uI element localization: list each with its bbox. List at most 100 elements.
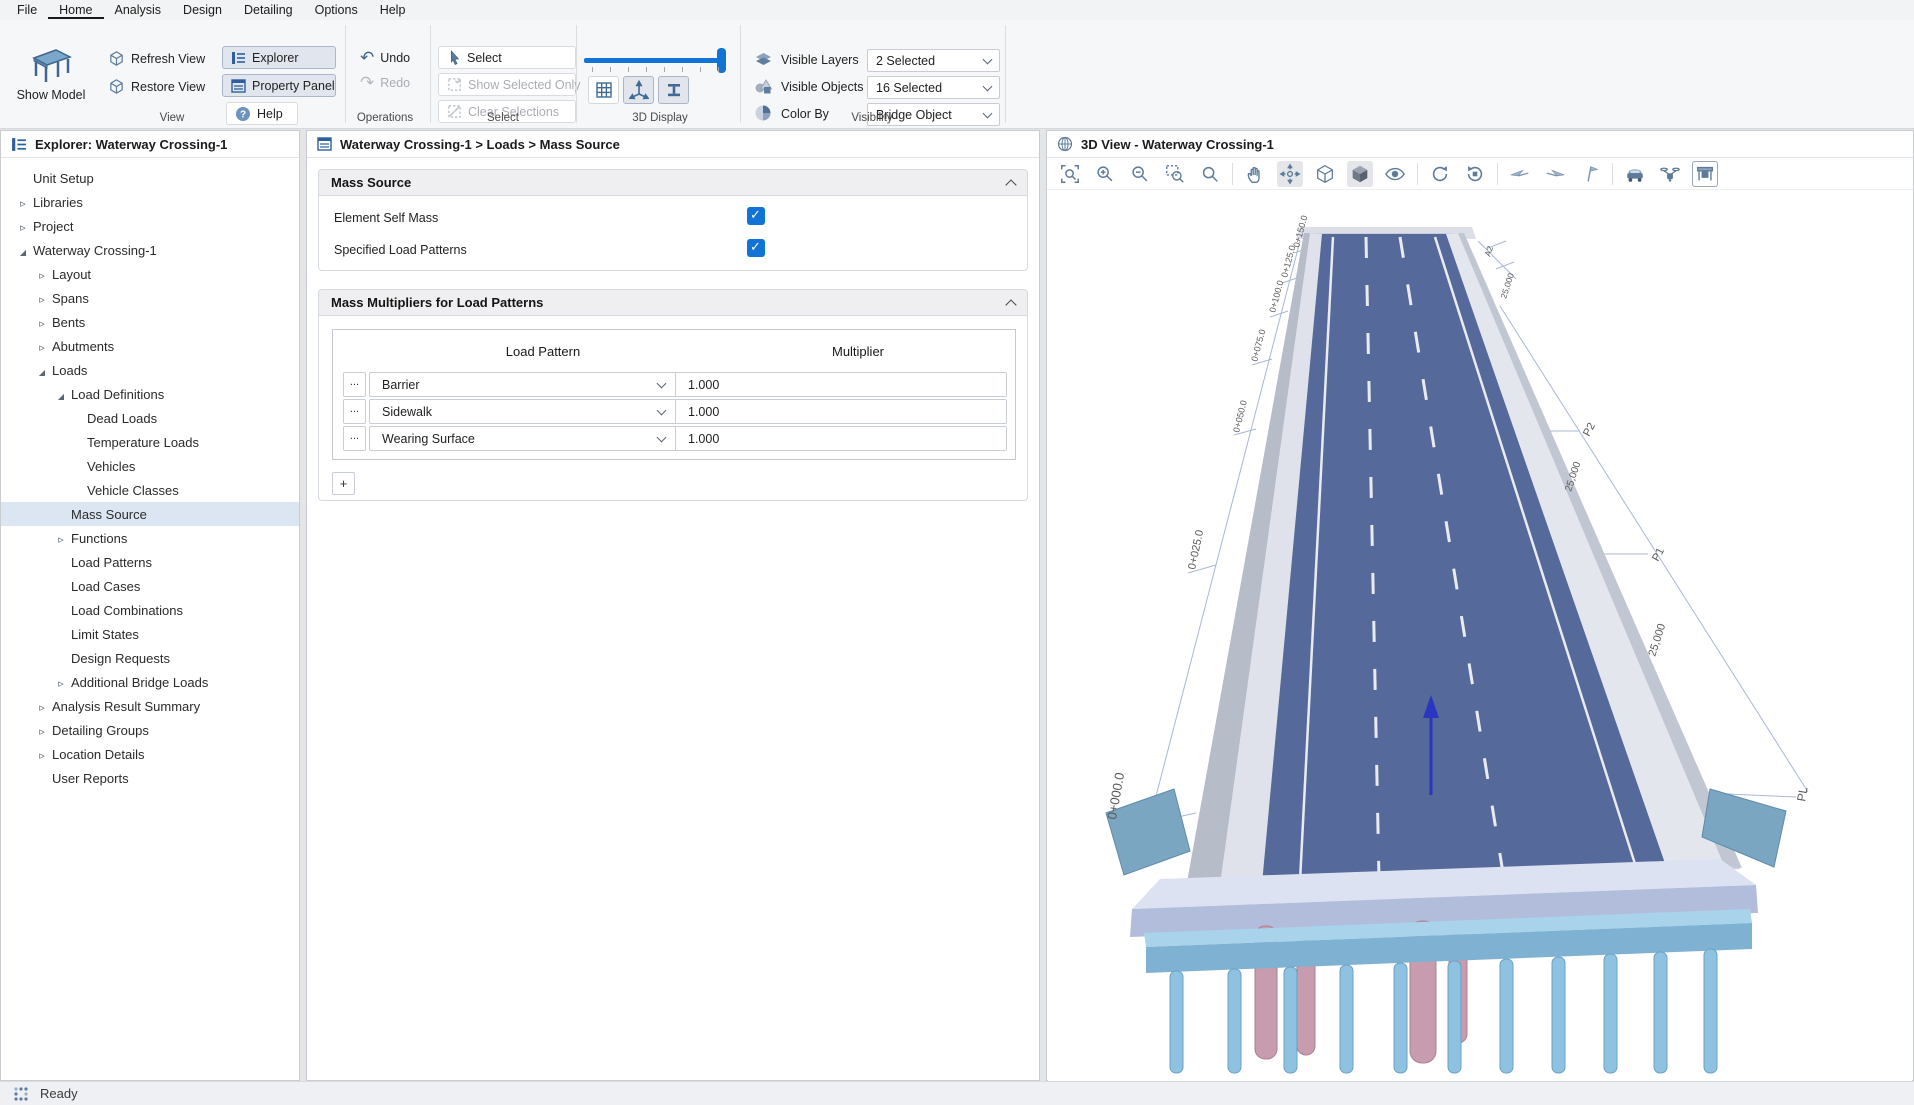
- chevron-right-icon[interactable]: [51, 531, 71, 546]
- tree-item-vehicle-classes[interactable]: Vehicle Classes: [1, 478, 299, 502]
- zoom-extents-icon[interactable]: [1057, 161, 1083, 187]
- tree-item-loads[interactable]: Loads: [1, 358, 299, 382]
- redo-button[interactable]: ↷ Redo: [352, 71, 418, 94]
- explorer-button[interactable]: Explorer: [222, 46, 336, 69]
- chevron-right-icon[interactable]: [32, 267, 52, 282]
- undo-button[interactable]: ↶ Undo: [352, 46, 418, 69]
- menu-detailing[interactable]: Detailing: [233, 1, 304, 19]
- element-self-mass-checkbox[interactable]: [747, 207, 765, 225]
- select-button[interactable]: Select: [438, 46, 576, 69]
- tree-item-limit-states[interactable]: Limit States: [1, 622, 299, 646]
- menu-file[interactable]: File: [6, 1, 48, 19]
- skew-vane-right-icon[interactable]: [1542, 161, 1568, 187]
- menu-design[interactable]: Design: [172, 1, 233, 19]
- mass-multipliers-card-header[interactable]: Mass Multipliers for Load Patterns: [319, 290, 1027, 316]
- tree-item-project[interactable]: Project: [1, 214, 299, 238]
- station-flag-icon[interactable]: [1577, 161, 1603, 187]
- help-button[interactable]: ? Help: [226, 102, 298, 125]
- tree-item-load-combinations[interactable]: Load Combinations: [1, 598, 299, 622]
- collapse-chevron-icon[interactable]: [1005, 299, 1016, 310]
- orbit-icon[interactable]: [1277, 161, 1303, 187]
- tree-item-additional-bridge-loads[interactable]: Additional Bridge Loads: [1, 670, 299, 694]
- add-row-button[interactable]: +: [332, 472, 355, 495]
- drone-icon[interactable]: [1657, 161, 1683, 187]
- tree-item-detailing-groups[interactable]: Detailing Groups: [1, 718, 299, 742]
- tree-item-load-definitions[interactable]: Load Definitions: [1, 382, 299, 406]
- row-menu-button[interactable]: ...: [343, 399, 366, 424]
- extrude-display-button[interactable]: [658, 76, 689, 104]
- display-slider-track[interactable]: [584, 58, 726, 63]
- tree-item-temperature-loads[interactable]: Temperature Loads: [1, 430, 299, 454]
- chevron-right-icon[interactable]: [32, 723, 52, 738]
- chevron-right-icon[interactable]: [32, 699, 52, 714]
- restore-view-button[interactable]: Restore View: [100, 75, 213, 98]
- group-label-3d-display: 3D Display: [600, 112, 720, 124]
- solid-box-icon[interactable]: [1347, 161, 1373, 187]
- menu-analysis[interactable]: Analysis: [104, 1, 173, 19]
- chevron-expanded-icon[interactable]: [32, 363, 52, 378]
- chevron-right-icon[interactable]: [51, 675, 71, 690]
- wireframe-box-icon[interactable]: [1312, 161, 1338, 187]
- show-selected-only-button[interactable]: Show Selected Only: [438, 73, 576, 96]
- chevron-right-icon[interactable]: [32, 747, 52, 762]
- rotate-ccw-icon[interactable]: [1462, 161, 1488, 187]
- grid-display-button[interactable]: [588, 76, 619, 104]
- multiplier-input[interactable]: [676, 373, 1006, 396]
- tree-item-unit-setup[interactable]: Unit Setup: [1, 166, 299, 190]
- section-gantry-icon[interactable]: [1692, 161, 1718, 187]
- pan-icon[interactable]: [1242, 161, 1268, 187]
- viewport-3d[interactable]: 0+150.0 0+125.0 0+100.0 0+075.0 0+050.0 …: [1048, 191, 1912, 1081]
- chevron-right-icon[interactable]: [32, 291, 52, 306]
- rotate-cw-icon[interactable]: [1427, 161, 1453, 187]
- tree-item-layout[interactable]: Layout: [1, 262, 299, 286]
- mass-source-card-header[interactable]: Mass Source: [319, 170, 1027, 196]
- collapse-chevron-icon[interactable]: [1005, 179, 1016, 190]
- zoom-window-icon[interactable]: [1162, 161, 1188, 187]
- load-pattern-dropdown[interactable]: Barrier: [370, 373, 676, 396]
- vehicle-icon[interactable]: [1622, 161, 1648, 187]
- axes-display-button[interactable]: [623, 76, 654, 104]
- breadcrumb-header: Waterway Crossing-1 > Loads > Mass Sourc…: [307, 131, 1039, 158]
- multiplier-input[interactable]: [676, 400, 1006, 423]
- property-panel-button[interactable]: Property Panel: [222, 74, 336, 97]
- row-menu-button[interactable]: ...: [343, 426, 366, 451]
- menu-home[interactable]: Home: [48, 1, 103, 19]
- visible-layers-dropdown[interactable]: 2 Selected: [867, 49, 1000, 72]
- refresh-view-button[interactable]: Refresh View: [100, 47, 213, 70]
- chevron-expanded-icon[interactable]: [51, 387, 71, 402]
- tree-item-mass-source[interactable]: Mass Source: [1, 502, 299, 526]
- perspective-eye-icon[interactable]: [1382, 161, 1408, 187]
- tree-item-libraries[interactable]: Libraries: [1, 190, 299, 214]
- chevron-expanded-icon[interactable]: [13, 243, 33, 258]
- tree-item-dead-loads[interactable]: Dead Loads: [1, 406, 299, 430]
- zoom-out-icon[interactable]: [1127, 161, 1153, 187]
- zoom-in-icon[interactable]: [1092, 161, 1118, 187]
- skew-vane-left-icon[interactable]: [1507, 161, 1533, 187]
- tree-item-abutments[interactable]: Abutments: [1, 334, 299, 358]
- menu-help[interactable]: Help: [369, 1, 417, 19]
- row-menu-button[interactable]: ...: [343, 372, 366, 397]
- multiplier-input[interactable]: [676, 427, 1006, 450]
- tree-item-load-cases[interactable]: Load Cases: [1, 574, 299, 598]
- zoom-pointer-icon[interactable]: [1197, 161, 1223, 187]
- load-pattern-dropdown[interactable]: Sidewalk: [370, 400, 676, 423]
- visible-objects-dropdown[interactable]: 16 Selected: [867, 76, 1000, 99]
- tree-item-location-details[interactable]: Location Details: [1, 742, 299, 766]
- specified-load-patterns-checkbox[interactable]: [747, 239, 765, 257]
- chevron-right-icon[interactable]: [13, 219, 33, 234]
- tree-item-functions[interactable]: Functions: [1, 526, 299, 550]
- tree-item-analysis-result-summary[interactable]: Analysis Result Summary: [1, 694, 299, 718]
- chevron-right-icon[interactable]: [32, 315, 52, 330]
- tree-item-spans[interactable]: Spans: [1, 286, 299, 310]
- tree-item-user-reports[interactable]: User Reports: [1, 766, 299, 790]
- tree-item-bents[interactable]: Bents: [1, 310, 299, 334]
- tree-item-design-requests[interactable]: Design Requests: [1, 646, 299, 670]
- tree-item-waterway-crossing-1[interactable]: Waterway Crossing-1: [1, 238, 299, 262]
- menu-options[interactable]: Options: [304, 1, 369, 19]
- tree-item-vehicles[interactable]: Vehicles: [1, 454, 299, 478]
- load-pattern-dropdown[interactable]: Wearing Surface: [370, 427, 676, 450]
- tree-item-load-patterns[interactable]: Load Patterns: [1, 550, 299, 574]
- chevron-right-icon[interactable]: [32, 339, 52, 354]
- chevron-right-icon[interactable]: [13, 195, 33, 210]
- show-model-button[interactable]: Show Model: [8, 26, 94, 118]
